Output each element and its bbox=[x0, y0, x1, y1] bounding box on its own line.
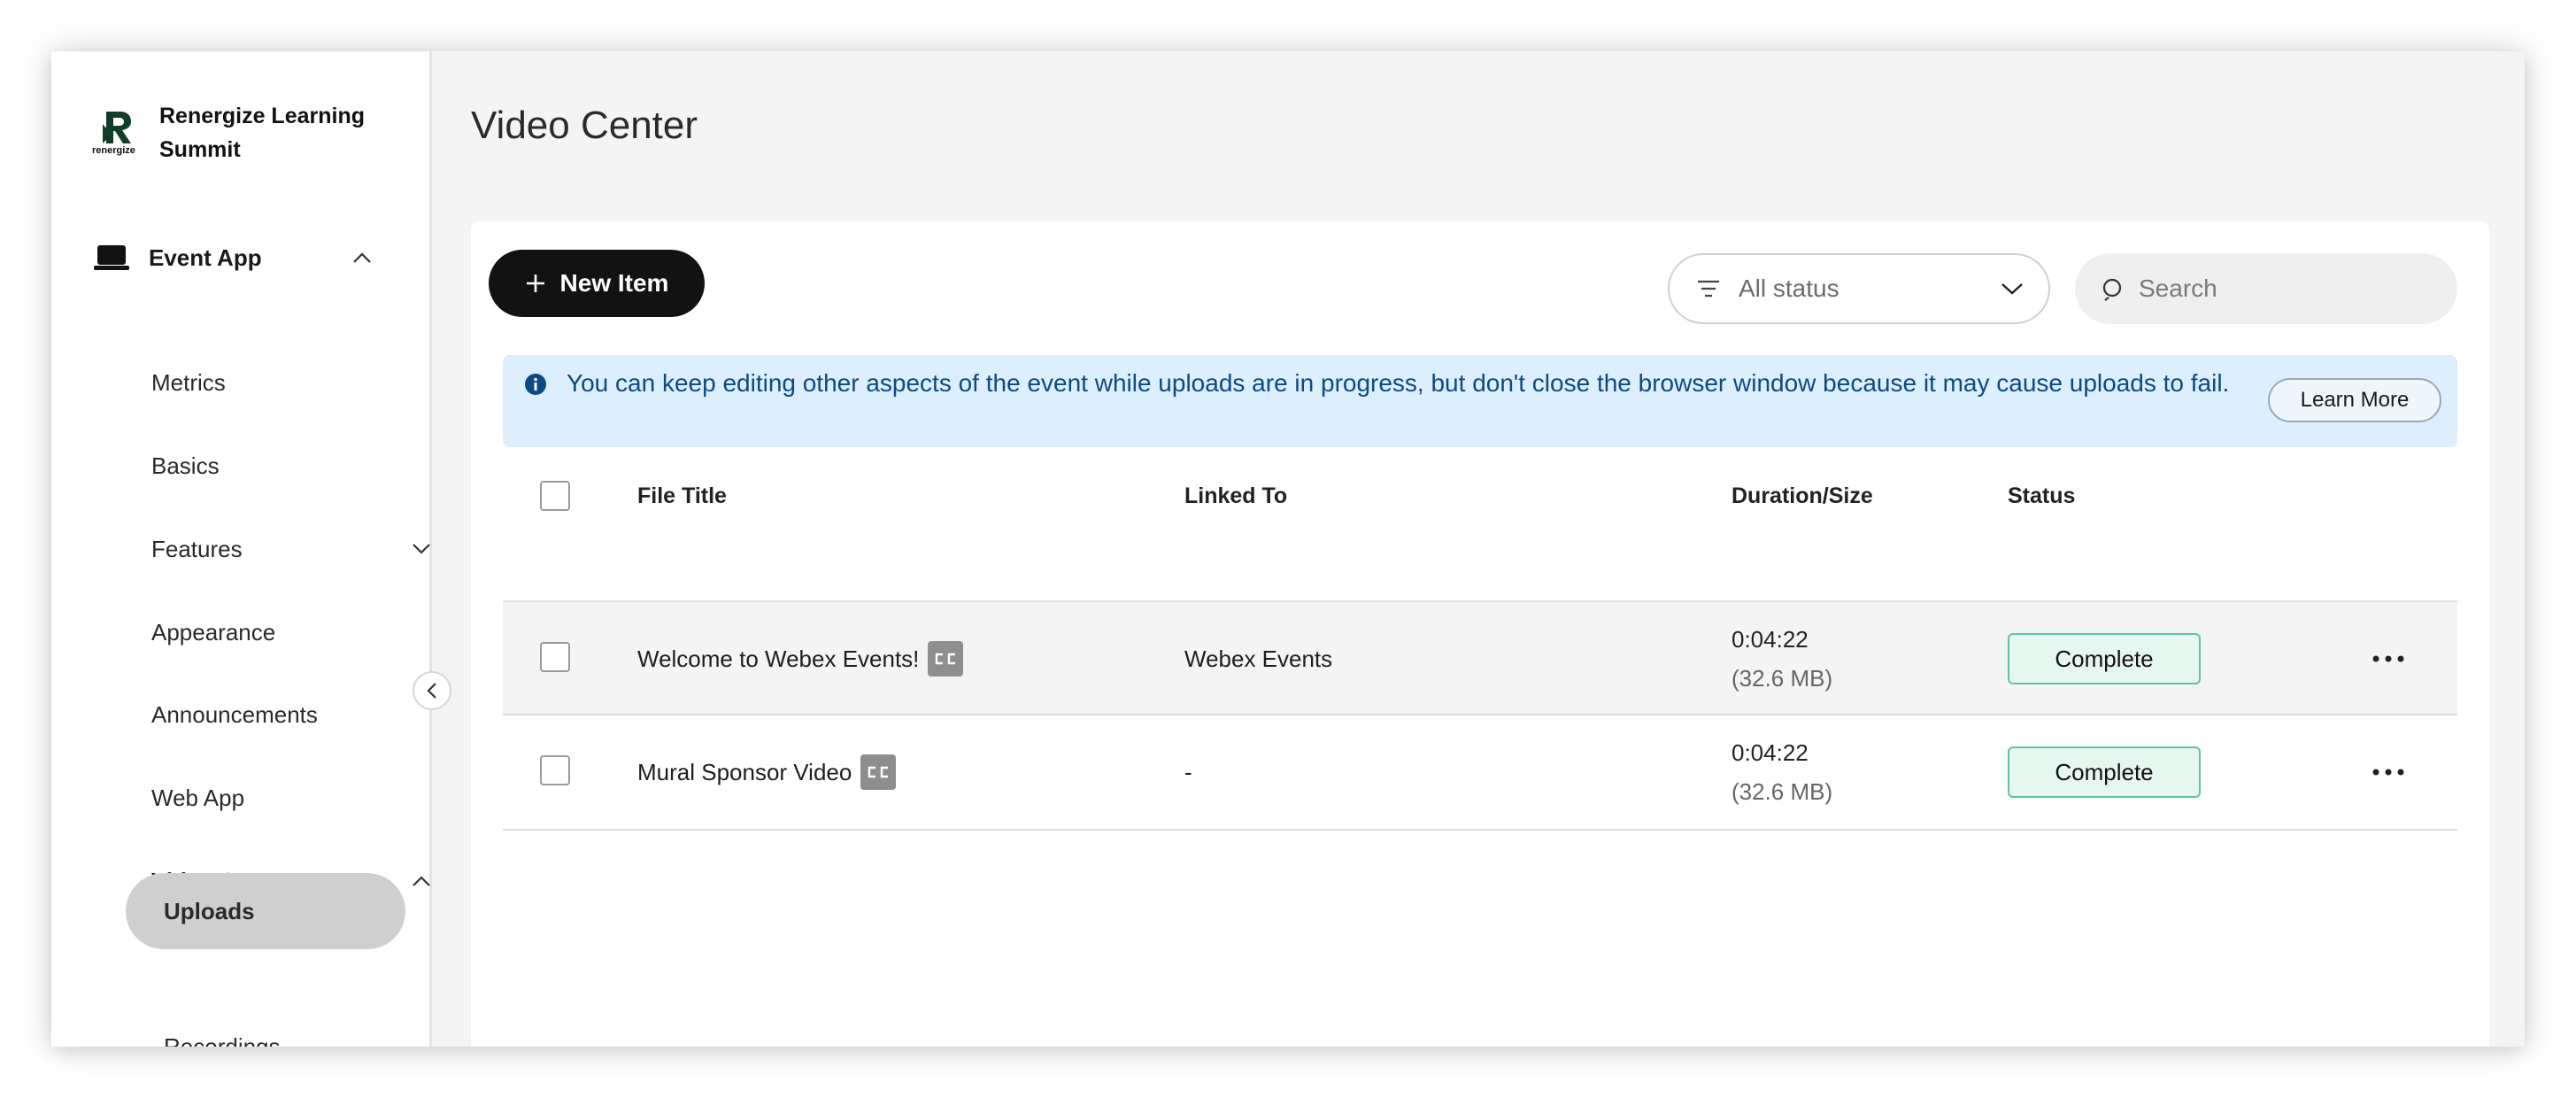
file-title: Mural Sponsor Video bbox=[637, 758, 852, 785]
more-options-icon[interactable] bbox=[2369, 639, 2408, 678]
duration: 0:04:22 bbox=[1731, 739, 1809, 766]
select-all-checkbox[interactable] bbox=[540, 481, 570, 511]
collapse-sidebar-button[interactable] bbox=[413, 671, 451, 710]
sidebar-item-label: Basics bbox=[151, 452, 220, 479]
column-header-duration-size[interactable]: Duration/Size bbox=[1731, 462, 1873, 530]
table-row[interactable]: Welcome to Webex Events! Webex Events 0:… bbox=[503, 600, 2457, 715]
chevron-up-icon[interactable] bbox=[410, 870, 433, 893]
sidebar-item-features[interactable]: Features bbox=[151, 522, 435, 576]
search-box bbox=[2075, 253, 2457, 324]
brand-logo: renergize bbox=[92, 108, 143, 158]
chevron-down-icon bbox=[1999, 275, 2025, 302]
chevron-up-icon[interactable] bbox=[351, 246, 374, 269]
info-banner-text: You can keep editing other aspects of th… bbox=[567, 369, 2230, 397]
sidebar-item-basics[interactable]: Basics bbox=[151, 439, 435, 492]
sidebar-item-recordings[interactable]: Recordings bbox=[164, 1020, 447, 1048]
table-row[interactable]: Mural Sponsor Video - 0:04:22 (32.6 MB) … bbox=[503, 715, 2457, 831]
sidebar-item-appearance[interactable]: Appearance bbox=[151, 606, 435, 659]
linked-to: - bbox=[1184, 758, 1192, 785]
sidebar-item-uploads-label: Uploads bbox=[164, 897, 255, 924]
sidebar-item-label: Recordings bbox=[164, 1032, 281, 1048]
sidebar-item-announcements[interactable]: Announcements bbox=[151, 688, 435, 741]
sidebar-item-label: Web App bbox=[151, 784, 245, 811]
sidebar-item-label: Metrics bbox=[151, 368, 226, 396]
brand-name: Renergize Learning Summit bbox=[159, 104, 365, 162]
more-options-icon[interactable] bbox=[2369, 753, 2408, 792]
sidebar: renergize Renergize Learning Summit Even… bbox=[51, 51, 432, 1047]
row-checkbox[interactable] bbox=[540, 642, 570, 672]
sidebar-item-label: Appearance bbox=[151, 618, 276, 646]
column-header-file-title[interactable]: File Title bbox=[637, 462, 727, 530]
laptop-icon bbox=[94, 244, 129, 272]
sidebar-item-label: Announcements bbox=[151, 700, 318, 728]
chevron-down-icon[interactable] bbox=[410, 537, 433, 561]
status-filter-value: All status bbox=[1739, 274, 1839, 302]
file-size: (32.6 MB) bbox=[1731, 778, 1833, 805]
file-size: (32.6 MB) bbox=[1731, 665, 1833, 692]
closed-captions-icon bbox=[860, 754, 897, 790]
sidebar-item-label: Features bbox=[151, 535, 243, 562]
sidebar-item-web-app[interactable]: Web App bbox=[151, 771, 435, 824]
status-badge: Complete bbox=[2008, 746, 2201, 798]
duration: 0:04:22 bbox=[1731, 626, 1809, 653]
linked-to: Webex Events bbox=[1184, 645, 1333, 672]
search-icon bbox=[2102, 276, 2126, 301]
chevron-left-icon bbox=[426, 682, 438, 700]
column-header-linked-to[interactable]: Linked To bbox=[1184, 462, 1287, 530]
new-item-button[interactable]: New Item bbox=[489, 250, 705, 317]
new-item-label: New Item bbox=[559, 269, 669, 297]
plus-icon bbox=[525, 273, 546, 294]
sidebar-item-metrics[interactable]: Metrics bbox=[151, 356, 435, 409]
filter-icon bbox=[1696, 278, 1721, 299]
learn-more-button[interactable]: Learn More bbox=[2268, 378, 2441, 422]
app-window: renergize Renergize Learning Summit Even… bbox=[51, 51, 2525, 1047]
renergize-logo-icon bbox=[103, 112, 131, 143]
status-filter-select[interactable]: All status bbox=[1668, 253, 2050, 324]
info-icon bbox=[524, 373, 547, 396]
page-title: Video Center bbox=[471, 104, 698, 147]
file-title: Welcome to Webex Events! bbox=[637, 645, 920, 672]
row-checkbox[interactable] bbox=[540, 755, 570, 785]
status-badge: Complete bbox=[2008, 633, 2201, 684]
brand[interactable]: renergize Renergize Learning Summit bbox=[92, 99, 398, 166]
info-banner: You can keep editing other aspects of th… bbox=[503, 355, 2457, 447]
table-header: File Title Linked To Duration/Size Statu… bbox=[503, 462, 2457, 530]
sidebar-section-event-app[interactable]: Event App bbox=[94, 227, 395, 289]
brand-logo-text: renergize bbox=[92, 145, 135, 156]
closed-captions-icon bbox=[928, 641, 964, 677]
search-input[interactable] bbox=[2139, 274, 2440, 303]
sidebar-section-label: Event App bbox=[149, 244, 262, 271]
column-header-status[interactable]: Status bbox=[2008, 462, 2075, 530]
uploads-panel: New Item All status Search You can keep … bbox=[471, 221, 2489, 1047]
